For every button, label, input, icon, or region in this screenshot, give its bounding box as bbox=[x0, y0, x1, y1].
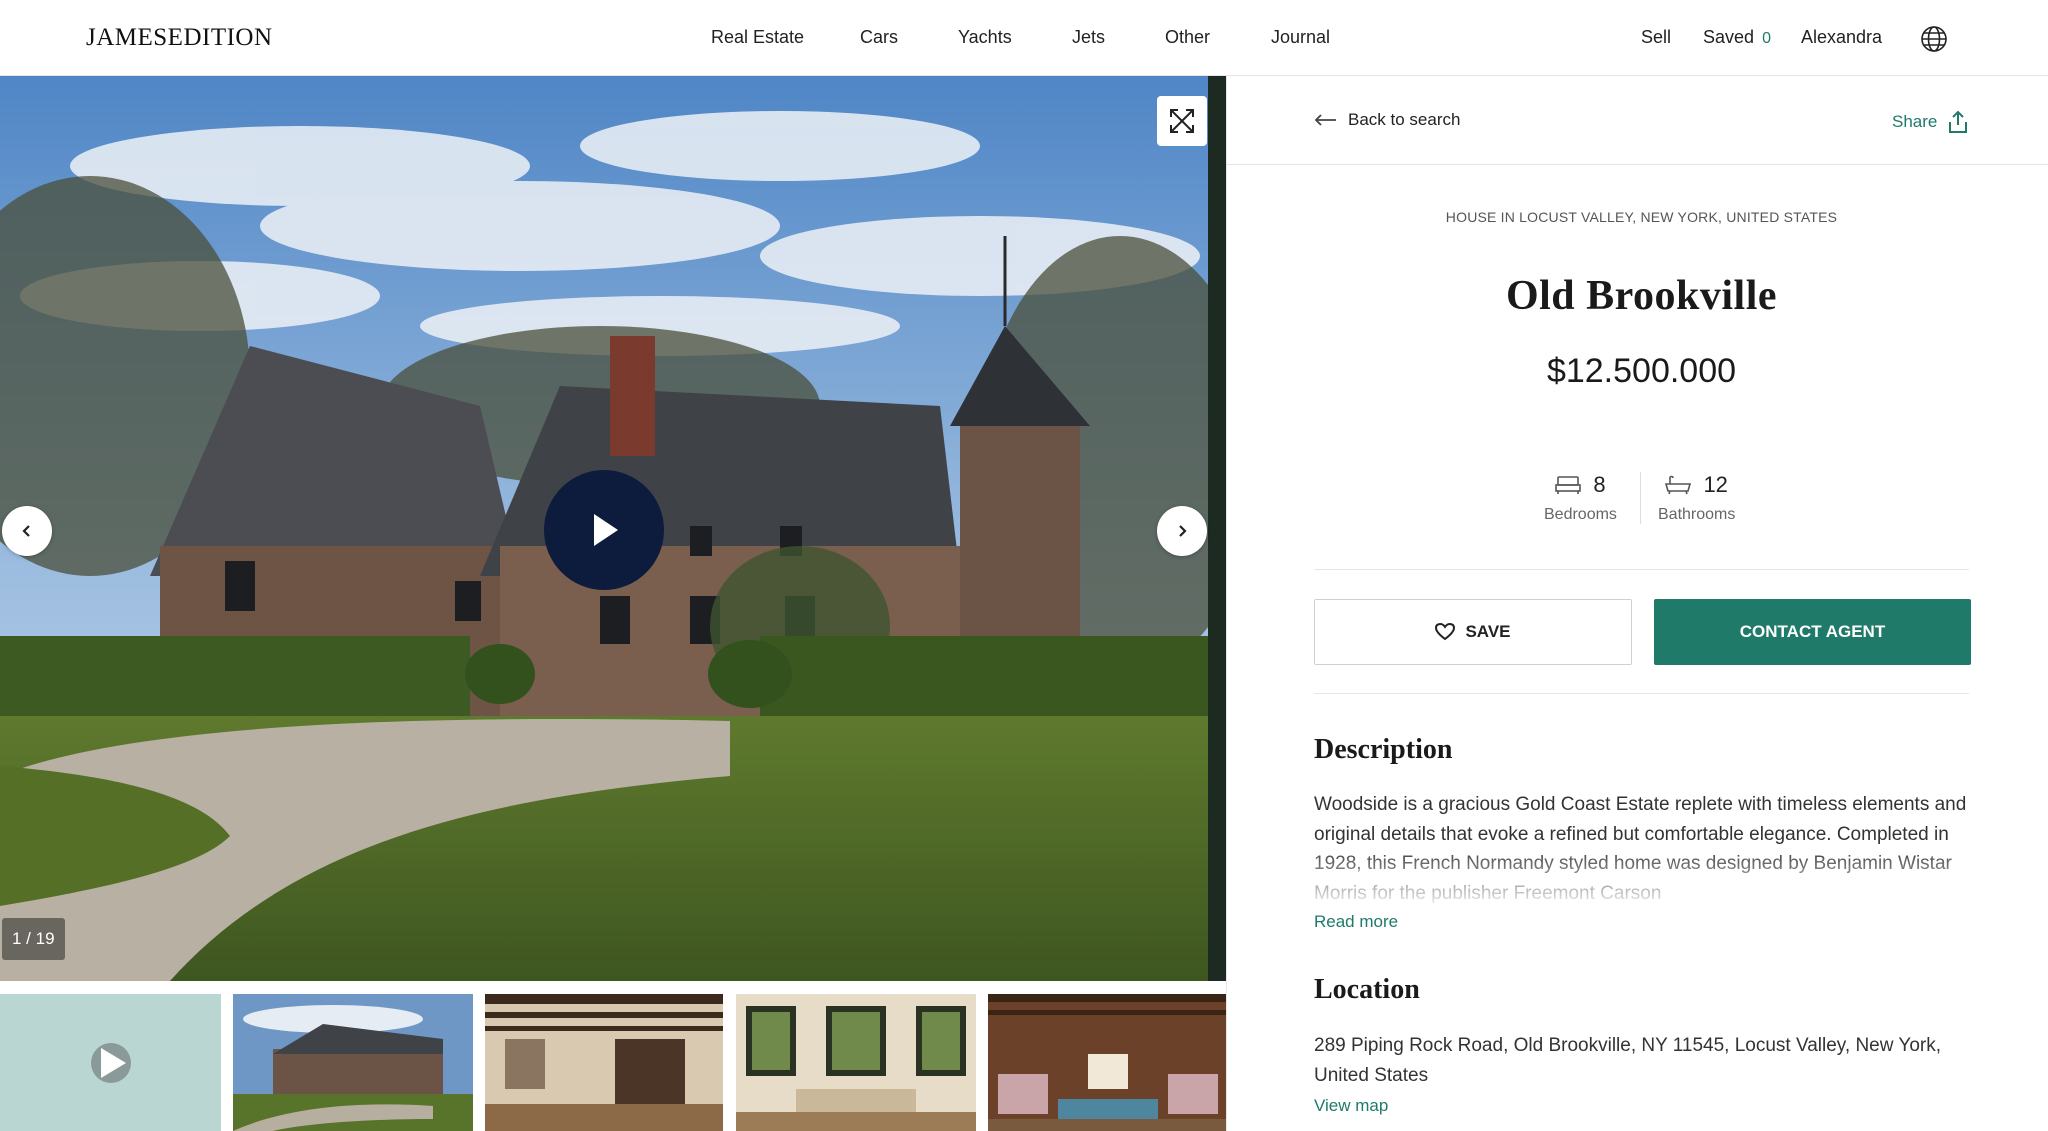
divider bbox=[1314, 693, 1969, 694]
save-label: SAVE bbox=[1465, 622, 1511, 641]
thumbnail-living-room[interactable] bbox=[736, 994, 976, 1131]
contact-agent-button[interactable]: CONTACT AGENT bbox=[1654, 599, 1971, 665]
nav-link-real-estate[interactable]: Real Estate bbox=[711, 27, 860, 48]
next-photo-button[interactable] bbox=[1157, 506, 1207, 556]
main-nav: Real Estate Cars Yachts Jets Other Journ… bbox=[711, 27, 1330, 48]
saved-label: Saved bbox=[1703, 27, 1755, 47]
thumbnail-hallway[interactable] bbox=[485, 994, 723, 1131]
site-logo[interactable]: JAMESEDITION bbox=[86, 24, 273, 52]
expand-icon bbox=[1170, 109, 1194, 133]
photo-gallery: 1 / 19 bbox=[0, 76, 1226, 981]
bed-icon bbox=[1555, 476, 1582, 494]
spec-divider bbox=[1640, 472, 1641, 524]
view-map-link[interactable]: View map bbox=[1314, 1096, 1388, 1116]
divider bbox=[1314, 569, 1969, 570]
globe-icon[interactable] bbox=[1920, 25, 1948, 53]
property-location-kicker: HOUSE IN LOCUST VALLEY, NEW YORK, UNITED… bbox=[1445, 209, 1838, 225]
play-video-button[interactable] bbox=[544, 470, 664, 590]
property-title: Old Brookville bbox=[1505, 273, 1778, 319]
gallery-edge bbox=[1208, 76, 1226, 981]
read-more-link[interactable]: Read more bbox=[1314, 912, 1398, 932]
chevron-left-icon bbox=[22, 525, 30, 537]
bathrooms-label: Bathrooms bbox=[1658, 506, 1736, 523]
share-button[interactable]: Share bbox=[1892, 110, 1969, 134]
user-menu[interactable]: Alexandra bbox=[1801, 27, 1882, 48]
back-label: Back to search bbox=[1348, 110, 1461, 129]
nav-actions: Sell Saved 0 Alexandra bbox=[1641, 27, 1916, 48]
location-heading: Location bbox=[1314, 974, 1420, 1005]
fullscreen-button[interactable] bbox=[1157, 96, 1207, 146]
nav-link-other[interactable]: Other bbox=[1165, 27, 1271, 48]
bathtub-icon bbox=[1665, 475, 1692, 495]
panel-header: Back to search Share bbox=[1227, 76, 2048, 165]
thumbnail-library[interactable] bbox=[988, 994, 1226, 1131]
description-fade bbox=[1314, 846, 1974, 906]
thumbnail-strip bbox=[0, 994, 1226, 1131]
photo-counter: 1 / 19 bbox=[2, 918, 65, 960]
saved-link[interactable]: Saved 0 bbox=[1703, 27, 1771, 48]
arrow-left-icon bbox=[1314, 114, 1336, 126]
top-nav: JAMESEDITION Real Estate Cars Yachts Jet… bbox=[0, 0, 2048, 76]
sell-link[interactable]: Sell bbox=[1641, 27, 1671, 48]
save-button[interactable]: SAVE bbox=[1314, 599, 1632, 665]
share-icon bbox=[1949, 110, 1968, 133]
property-specs: 8 Bedrooms 12 Bathrooms bbox=[1314, 472, 1969, 530]
saved-count: 0 bbox=[1762, 30, 1771, 47]
listing-panel: Back to search Share HOUSE IN LOCUST VAL… bbox=[1226, 76, 2048, 1131]
spec-bathrooms: 12 Bathrooms bbox=[1658, 472, 1735, 524]
spec-bedrooms: 8 Bedrooms bbox=[1544, 472, 1617, 524]
bedrooms-label: Bedrooms bbox=[1544, 506, 1617, 523]
heart-icon bbox=[1435, 623, 1456, 641]
play-icon bbox=[594, 514, 618, 546]
play-icon bbox=[90, 1042, 131, 1083]
nav-link-journal[interactable]: Journal bbox=[1271, 27, 1330, 48]
share-label: Share bbox=[1892, 112, 1938, 131]
location-address: 289 Piping Rock Road, Old Brookville, NY… bbox=[1314, 1035, 1941, 1086]
bathrooms-value: 12 bbox=[1703, 472, 1728, 497]
property-price: $12.500.000 bbox=[1546, 352, 1737, 390]
back-to-search-link[interactable]: Back to search bbox=[1314, 110, 1460, 130]
thumbnail-exterior[interactable] bbox=[233, 994, 473, 1131]
prev-photo-button[interactable] bbox=[2, 506, 52, 556]
chevron-right-icon bbox=[1179, 525, 1187, 537]
nav-link-jets[interactable]: Jets bbox=[1072, 27, 1165, 48]
bedrooms-value: 8 bbox=[1593, 472, 1606, 497]
nav-link-cars[interactable]: Cars bbox=[860, 27, 958, 48]
description-heading: Description bbox=[1314, 734, 1453, 765]
thumbnail-video[interactable] bbox=[0, 994, 221, 1131]
nav-link-yachts[interactable]: Yachts bbox=[958, 27, 1072, 48]
